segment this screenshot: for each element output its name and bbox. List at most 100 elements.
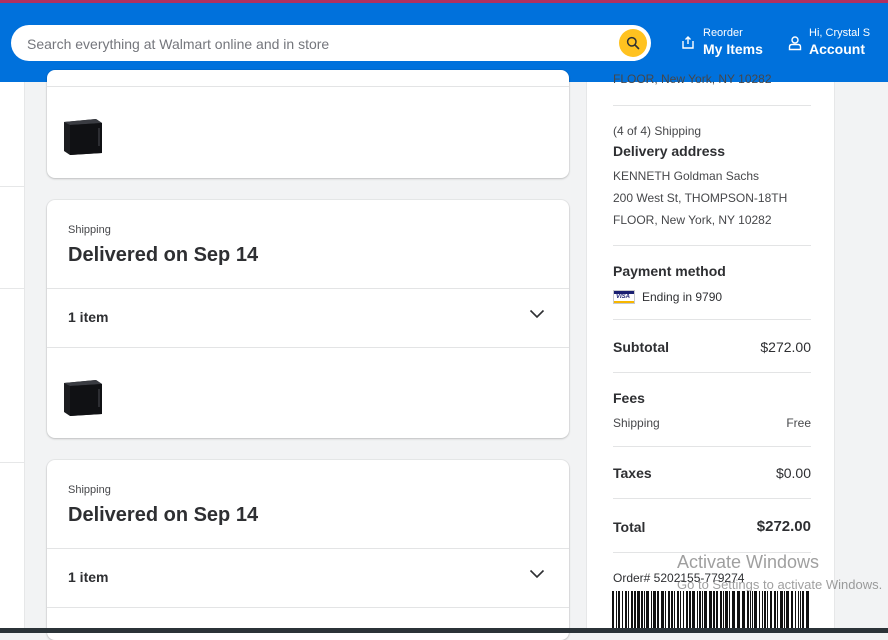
barcode-bar — [618, 591, 620, 633]
taxes-value: $0.00 — [775, 465, 811, 481]
barcode-bar — [800, 591, 801, 633]
barcode-bar — [704, 591, 707, 633]
left-strip-divider — [0, 288, 24, 289]
barcode-bar — [764, 591, 766, 633]
barcode-bar — [637, 591, 640, 633]
card-divider — [47, 86, 569, 87]
barcode-bar — [752, 591, 753, 633]
barcode-bar — [674, 591, 675, 633]
barcode-bar — [689, 591, 691, 633]
order-summary-panel: FLOOR, New York, NY 10282 (4 of 4) Shipp… — [586, 72, 835, 633]
barcode-bar — [622, 591, 623, 633]
barcode-bar — [795, 591, 796, 633]
payment-ending-text: Ending in 9790 — [642, 290, 723, 304]
shipment-card: Shipping Delivered on Sep 14 1 item — [47, 200, 569, 438]
barcode-bar — [683, 591, 684, 633]
barcode-bar — [641, 591, 643, 633]
barcode-bar — [697, 591, 698, 633]
windows-activation-title: Activate Windows — [677, 552, 820, 572]
items-toggle-row[interactable]: 1 item — [47, 549, 569, 607]
card-divider — [47, 607, 569, 608]
barcode-bar — [786, 591, 789, 633]
shipping-fee-value: Free — [786, 416, 811, 430]
payment-method-heading: Payment method — [613, 263, 726, 279]
barcode-bar — [802, 591, 804, 633]
left-strip-divider — [0, 186, 24, 187]
order-barcode — [612, 591, 809, 633]
address-line: 200 West St, THOMPSON-18TH — [613, 191, 788, 205]
barcode-bar — [709, 591, 712, 633]
barcode-bar — [634, 591, 636, 633]
windows-activation-subtitle: Go to Settings to activate Windows. — [677, 577, 883, 592]
delivery-status-title: Delivered on Sep 14 — [68, 244, 259, 266]
delivery-address-heading: Delivery address — [613, 143, 726, 159]
barcode-bar — [725, 591, 728, 633]
barcode-bar — [762, 591, 763, 633]
barcode-bar — [625, 591, 627, 633]
barcode-bar — [806, 591, 809, 633]
item-count-label: 1 item — [68, 309, 109, 325]
barcode-bar — [791, 591, 793, 633]
address-line: KENNETH Goldman Sachs — [613, 169, 760, 183]
barcode-bar — [759, 591, 760, 633]
shipping-count-label: (4 of 4) Shipping — [613, 124, 702, 138]
barcode-bar — [692, 591, 695, 633]
barcode-bar — [780, 591, 783, 633]
total-value: $272.00 — [756, 518, 811, 535]
account-button[interactable]: Hi, Crystal S Account — [788, 27, 870, 58]
barcode-bar — [770, 591, 772, 633]
left-nav-strip — [0, 82, 25, 633]
summary-divider — [613, 105, 811, 106]
previous-address-tail: FLOOR, New York, NY 10282 — [613, 72, 772, 86]
reorder-small-label: Reorder — [703, 27, 743, 39]
barcode-bar — [612, 591, 614, 633]
barcode-bar — [716, 591, 718, 633]
barcode-bar — [737, 591, 740, 633]
summary-divider — [613, 319, 811, 320]
barcode-bar — [713, 591, 715, 633]
shipment-type-label: Shipping — [68, 484, 111, 496]
barcode-bar — [798, 591, 799, 633]
account-greeting: Hi, Crystal S — [809, 27, 871, 39]
shipping-fee-label: Shipping — [613, 416, 660, 430]
fees-heading: Fees — [613, 390, 645, 406]
barcode-bar — [686, 591, 688, 633]
chevron-down-icon — [529, 309, 545, 319]
address-line: FLOOR, New York, NY 10282 — [613, 213, 772, 227]
barcode-bar — [720, 591, 722, 633]
payment-card-row: VISA Ending in 9790 — [613, 290, 722, 304]
chevron-down-icon — [529, 569, 545, 579]
search-button[interactable] — [619, 29, 647, 57]
barcode-bar — [668, 591, 670, 633]
barcode-bar — [732, 591, 735, 633]
total-label: Total — [613, 518, 646, 535]
barcode-bar — [646, 591, 649, 633]
shipment-type-label: Shipping — [68, 224, 111, 236]
summary-divider — [613, 372, 811, 373]
barcode-bar — [651, 591, 652, 633]
person-icon — [788, 35, 802, 50]
barcode-bar — [747, 591, 749, 633]
barcode-bar — [680, 591, 681, 633]
barcode-bar — [628, 591, 629, 633]
barcode-bar — [784, 591, 785, 633]
reorder-icon — [682, 35, 694, 49]
search-input[interactable] — [25, 25, 619, 63]
search-icon — [626, 36, 640, 50]
card-divider — [47, 347, 569, 348]
barcode-bar — [671, 591, 673, 633]
product-thumbnail-mini-fridge[interactable] — [60, 377, 104, 417]
reorder-my-items-button[interactable]: Reorder My Items — [680, 27, 763, 58]
barcode-bar — [631, 591, 633, 633]
barcode-bar — [774, 591, 776, 633]
barcode-bar — [777, 591, 778, 633]
visa-card-icon: VISA — [613, 290, 635, 304]
taxes-label: Taxes — [613, 465, 652, 481]
shipment-card: Shipping Delivered on Sep 14 1 item — [47, 460, 569, 640]
barcode-bar — [657, 591, 659, 633]
summary-divider — [613, 245, 811, 246]
item-count-label: 1 item — [68, 569, 109, 585]
barcode-bar — [767, 591, 768, 633]
product-thumbnail-mini-fridge[interactable] — [60, 116, 104, 156]
items-toggle-row[interactable]: 1 item — [47, 289, 569, 347]
